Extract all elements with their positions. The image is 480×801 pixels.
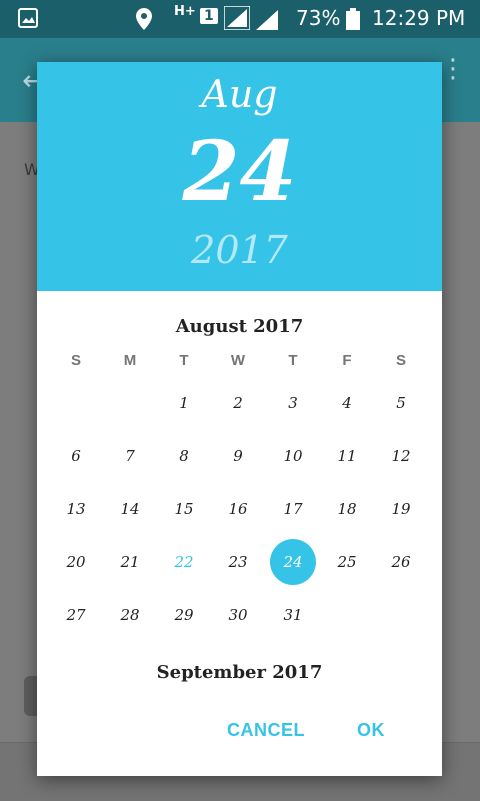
- calendar-day[interactable]: 2: [215, 380, 261, 426]
- calendar-day[interactable]: 22: [161, 539, 207, 585]
- calendar-day[interactable]: 13: [53, 486, 99, 532]
- location-icon: [136, 8, 152, 30]
- calendar-day[interactable]: 17: [270, 486, 316, 532]
- calendar-day[interactable]: 18: [324, 486, 370, 532]
- ok-button[interactable]: OK: [357, 720, 385, 741]
- battery-percent: 73%: [296, 6, 341, 30]
- sim-badge: 1: [200, 8, 218, 24]
- date-picker-dialog: Aug 24 2017 August 2017 SMTWTFS 12345678…: [37, 62, 442, 776]
- calendar-day[interactable]: 11: [324, 433, 370, 479]
- next-month-title: September 2017: [156, 662, 323, 683]
- calendar-day[interactable]: 31: [270, 592, 316, 638]
- calendar-day[interactable]: 29: [161, 592, 207, 638]
- calendar-day[interactable]: 10: [270, 433, 316, 479]
- calendar-day[interactable]: 1: [161, 380, 207, 426]
- dialog-actions: CANCEL OK: [37, 712, 442, 752]
- calendar-day[interactable]: 5: [378, 380, 424, 426]
- calendar-day[interactable]: 30: [215, 592, 261, 638]
- signal-strength-icon-2: [256, 10, 278, 30]
- gallery-notification-icon: [18, 8, 38, 28]
- calendar-day[interactable]: 12: [378, 433, 424, 479]
- calendar-day[interactable]: 3: [270, 380, 316, 426]
- more-options-icon[interactable]: ⋮: [440, 56, 466, 82]
- calendar-day[interactable]: 8: [161, 433, 207, 479]
- calendar-day[interactable]: 25: [324, 539, 370, 585]
- status-bar: H+ 1 73% 12:29 PM: [0, 0, 480, 38]
- calendar-day[interactable]: 7: [107, 433, 153, 479]
- calendar-day[interactable]: 6: [53, 433, 99, 479]
- calendar-day[interactable]: 26: [378, 539, 424, 585]
- calendar-day[interactable]: 9: [215, 433, 261, 479]
- calendar-day[interactable]: 20: [53, 539, 99, 585]
- calendar-day[interactable]: 15: [161, 486, 207, 532]
- battery-icon: [346, 8, 360, 30]
- calendar-day-selected[interactable]: 24: [270, 539, 316, 585]
- calendar-day[interactable]: 23: [215, 539, 261, 585]
- network-type-label: H+: [174, 4, 196, 19]
- clock: 12:29 PM: [372, 6, 466, 30]
- calendar-day[interactable]: 19: [378, 486, 424, 532]
- calendar-day[interactable]: 14: [107, 486, 153, 532]
- cancel-button[interactable]: CANCEL: [227, 720, 305, 741]
- calendar-day[interactable]: 28: [107, 592, 153, 638]
- calendar-day[interactable]: 21: [107, 539, 153, 585]
- signal-strength-icon: [224, 6, 250, 30]
- calendar-day[interactable]: 16: [215, 486, 261, 532]
- calendar-day[interactable]: 4: [324, 380, 370, 426]
- calendar-day[interactable]: 27: [53, 592, 99, 638]
